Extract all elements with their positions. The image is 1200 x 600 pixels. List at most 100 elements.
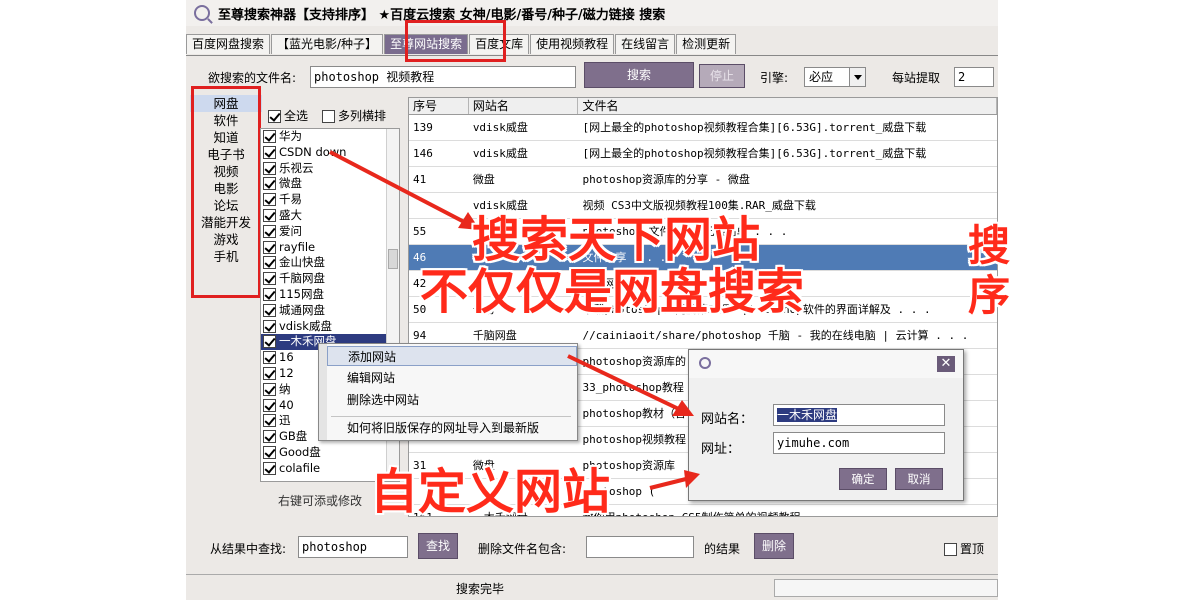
menu-delete-site[interactable]: 删除选中网站 — [327, 390, 577, 410]
col-header-no[interactable]: 序号 — [409, 98, 469, 114]
find-input[interactable]: photoshop — [298, 536, 408, 558]
check-icon[interactable] — [263, 224, 276, 238]
check-icon[interactable] — [263, 208, 276, 222]
cell-file: 教你用photoshop CS5制作简单的视频教程 . . . — [578, 505, 997, 516]
check-icon[interactable] — [263, 272, 276, 286]
site-name-input[interactable]: 一木禾网盘 — [773, 404, 945, 426]
multi-sort-checkbox[interactable]: 多列横排 — [322, 107, 386, 124]
check-icon[interactable] — [263, 430, 276, 444]
site-name: 盛大 — [279, 207, 302, 222]
tab-highlight-box — [405, 20, 506, 62]
context-menu-gutter — [319, 344, 327, 440]
site-name: 40 — [279, 397, 294, 412]
tab-video-tutorial[interactable]: 使用视频教程 — [530, 34, 615, 54]
site-name-label: 网站名： — [701, 412, 754, 427]
site-list-item[interactable]: 爱问 — [261, 224, 399, 240]
site-name: GB盘 — [279, 429, 308, 444]
per-site-input[interactable]: 2 — [954, 67, 994, 87]
site-list-item[interactable]: 华为 — [261, 129, 399, 145]
check-icon[interactable] — [263, 445, 276, 459]
site-list-item[interactable]: 千脑网盘 — [261, 271, 399, 287]
check-icon[interactable] — [263, 366, 276, 380]
cell-file: [网上最全的photoshop视频教程合集][6.53G].torrent_威盘… — [582, 121, 927, 134]
tab-bar: 百度网盘搜索 【蓝光电影/种子】 至尊网站搜索 百度文库 使用视频教程 在线留言… — [186, 34, 998, 56]
check-icon[interactable] — [263, 177, 276, 191]
delete-input[interactable] — [586, 536, 694, 558]
check-icon[interactable] — [263, 335, 276, 349]
cell-no: 55 — [413, 225, 427, 238]
check-icon[interactable] — [263, 287, 276, 301]
check-icon[interactable] — [263, 414, 276, 428]
dialog-title-bar: ✕ — [689, 350, 963, 378]
per-site-label: 每站提取 — [892, 71, 941, 85]
search-magnifier-icon — [699, 357, 711, 369]
site-name: 115网盘 — [279, 286, 324, 301]
search-button[interactable]: 搜索 — [584, 62, 694, 88]
site-list-item[interactable]: 115网盘 — [261, 287, 399, 303]
cell-file: [网上最全的photoshop视频教程合集][6.53G].torrent_威盘… — [582, 147, 927, 160]
site-list-item[interactable]: rayfile — [261, 240, 399, 256]
scrollbar-thumb[interactable] — [388, 249, 398, 269]
menu-import-help[interactable]: 如何将旧版保存的网址导入到最新版 — [327, 418, 577, 438]
search-input[interactable]: photoshop 视频教程 — [310, 66, 576, 88]
check-icon[interactable] — [263, 303, 276, 317]
find-button[interactable]: 查找 — [418, 533, 458, 559]
menu-add-site[interactable]: 添加网站 — [327, 346, 577, 366]
tab-baidu-pan[interactable]: 百度网盘搜索 — [186, 34, 271, 54]
multi-sort-label: 多列横排 — [338, 109, 387, 123]
site-name: 城通网盘 — [279, 302, 325, 317]
ok-button[interactable]: 确定 — [839, 468, 887, 490]
select-all-label: 全选 — [284, 109, 309, 123]
cell-site: 微盘 — [472, 173, 495, 186]
engine-value: 必应 — [809, 70, 834, 84]
site-name: Good盘 — [279, 444, 321, 459]
pin-top-checkbox[interactable]: 置顶 — [944, 540, 984, 557]
site-list-item[interactable]: 千易 — [261, 192, 399, 208]
site-name: 华为 — [279, 129, 302, 143]
check-icon[interactable] — [263, 240, 276, 254]
check-icon[interactable] — [263, 145, 276, 159]
site-name: 纳 — [279, 381, 291, 396]
select-all-checkbox[interactable]: 全选 — [268, 107, 308, 124]
check-icon[interactable] — [263, 319, 276, 333]
close-icon[interactable]: ✕ — [937, 356, 955, 372]
title-bar: 至尊搜索神器【支持排序】 ★百度云搜索 女神/电影/番号/种子/磁力链接 搜索 — [186, 0, 998, 26]
site-list-item[interactable]: CSDN down — [261, 145, 399, 161]
check-icon[interactable] — [263, 351, 276, 365]
table-row[interactable]: 139 vdisk威盘 [网上最全的photoshop视频教程合集][6.53G].… — [409, 115, 997, 141]
delete-button[interactable]: 删除 — [754, 533, 794, 559]
site-url-input[interactable]: yimuhe.com — [773, 432, 945, 454]
check-icon[interactable] — [263, 398, 276, 412]
check-icon[interactable] — [263, 461, 276, 475]
col-header-file[interactable]: 文件名 — [578, 98, 997, 114]
col-header-site[interactable]: 网站名 — [469, 98, 579, 114]
annotation-custom-site: 自定义网站 — [370, 464, 611, 520]
site-name: 乐视云 — [279, 160, 314, 175]
site-list-item[interactable]: 城通网盘 — [261, 303, 399, 319]
site-name: 千易 — [279, 192, 302, 207]
site-list-item[interactable]: 乐视云 — [261, 161, 399, 177]
table-row[interactable]: 146 vdisk威盘 [网上最全的photoshop视频教程合集][6.53G].… — [409, 141, 997, 167]
stop-button[interactable]: 停止 — [699, 64, 745, 88]
pin-top-label: 置顶 — [960, 542, 985, 556]
menu-edit-site[interactable]: 编辑网站 — [327, 368, 577, 388]
engine-select[interactable]: 必应 — [804, 67, 866, 87]
site-list-item[interactable]: 金山快盘 — [261, 255, 399, 271]
site-name: CSDN down — [279, 144, 347, 159]
site-list-item[interactable]: 盛大 — [261, 208, 399, 224]
cancel-button[interactable]: 取消 — [895, 468, 943, 490]
tab-feedback[interactable]: 在线留言 — [615, 34, 676, 54]
check-icon[interactable] — [263, 256, 276, 270]
tab-bluray-torrent[interactable]: 【蓝光电影/种子】 — [271, 34, 384, 54]
check-icon[interactable] — [263, 382, 276, 396]
annotation-subheadline: 不仅仅是网盘搜索 — [420, 264, 805, 320]
site-list-item[interactable]: 微盘 — [261, 176, 399, 192]
check-icon[interactable] — [263, 161, 276, 175]
check-icon[interactable] — [263, 130, 276, 143]
check-icon[interactable] — [263, 193, 276, 207]
site-list-item[interactable]: vdisk威盘 — [261, 319, 399, 335]
tab-check-update[interactable]: 检测更新 — [676, 34, 737, 54]
table-row[interactable]: 41 微盘 photoshop资源库的分享 - 微盘 — [409, 167, 997, 193]
annotation-edge-bottom: 序 — [968, 271, 1011, 320]
cell-no: 146 — [413, 147, 433, 160]
